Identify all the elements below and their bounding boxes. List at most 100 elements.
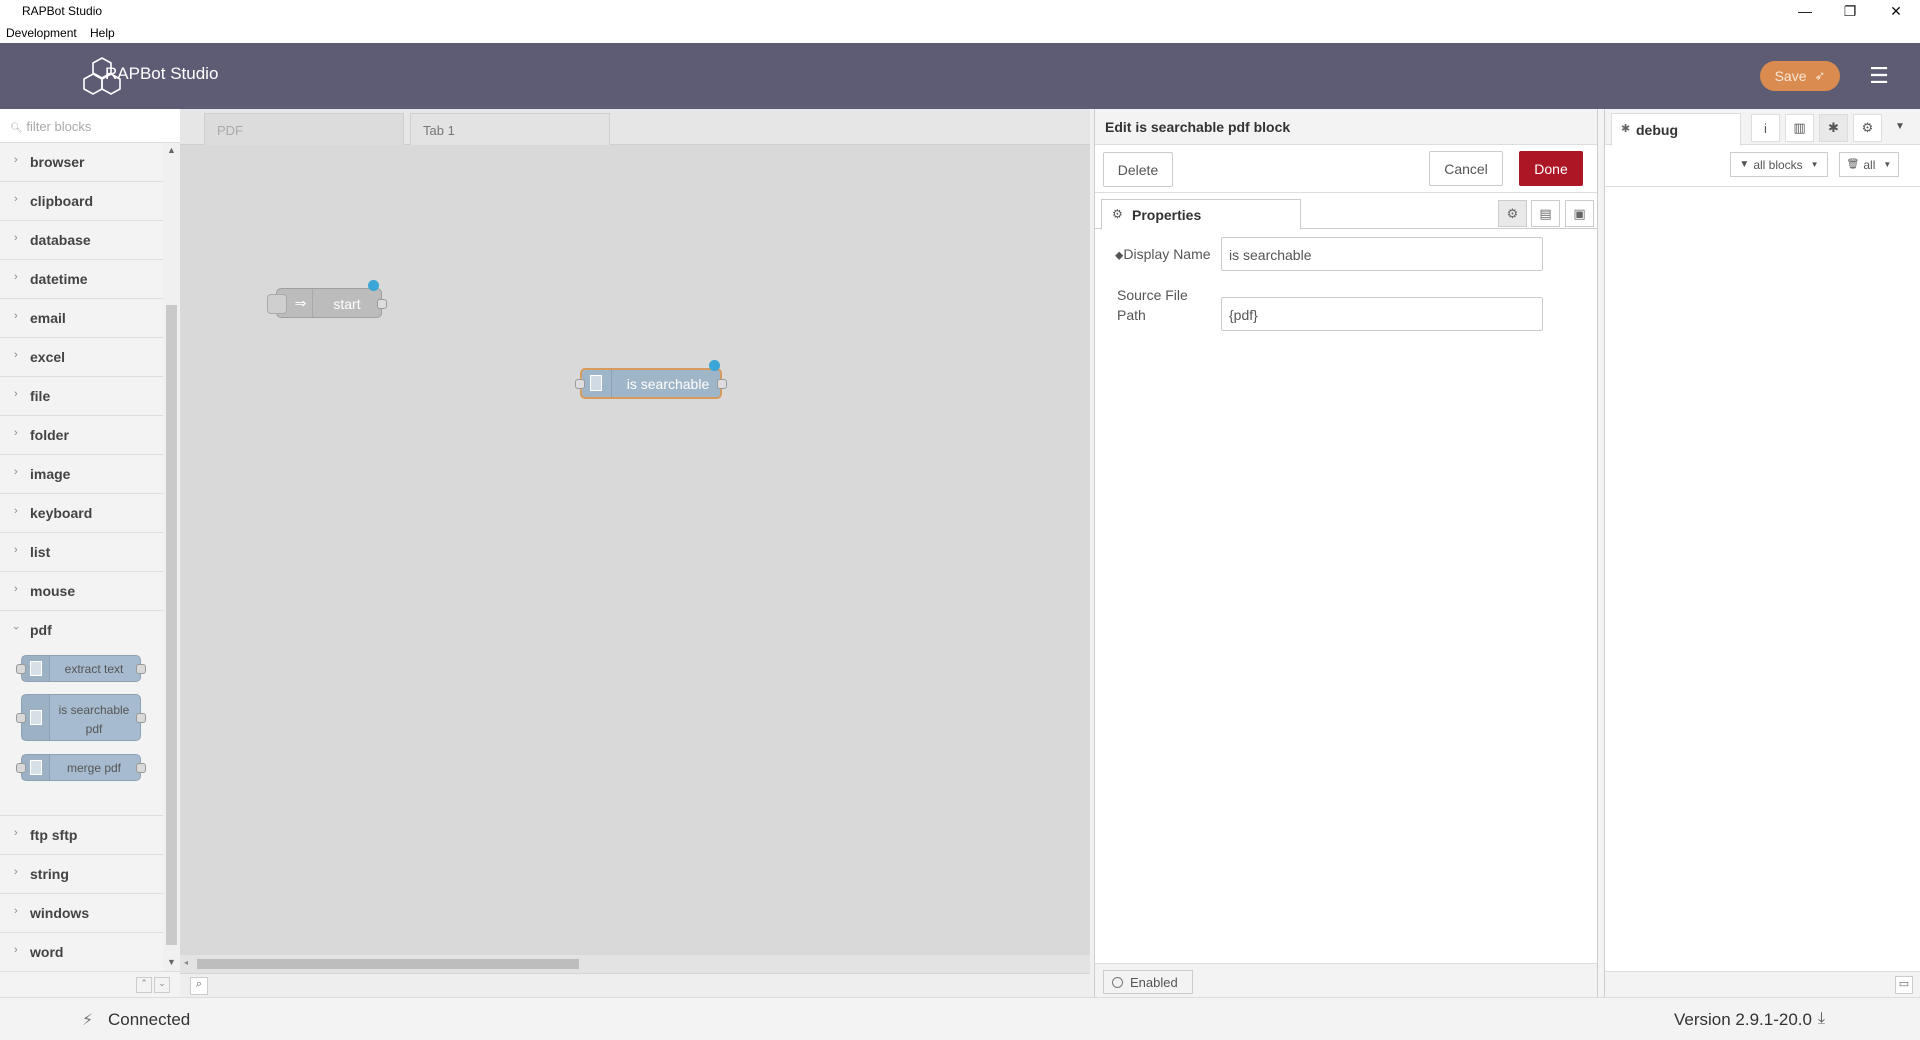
palette-block-extract-text[interactable]: extract text xyxy=(16,655,146,682)
hamburger-icon[interactable]: ☰ xyxy=(1866,63,1892,88)
expand-all-icon[interactable]: ⌄ xyxy=(154,977,170,993)
done-button[interactable]: Done xyxy=(1519,151,1583,186)
search-icon[interactable]: ⌕ xyxy=(190,977,208,995)
chevron-right-icon: › xyxy=(14,827,18,839)
collapse-all-icon[interactable]: ⌃ xyxy=(136,977,152,993)
debug-filter-dropdown[interactable]: ▼ all blocks ▼ xyxy=(1730,152,1828,177)
sidebar-tabs: ✱ debug i ▥ ✱ ⚙ ▼ xyxy=(1605,109,1920,146)
description-icon[interactable]: ▤ xyxy=(1531,200,1560,227)
category-email[interactable]: › email xyxy=(0,299,163,338)
debug-sidebar: ✱ debug i ▥ ✱ ⚙ ▼ ▼ all blocks ▼ 🗑︎ all ▼ ▭ xyxy=(1604,109,1920,997)
bug-icon[interactable]: ✱ xyxy=(1819,114,1848,142)
palette-list: › browser › clipboard › database › datetime … xyxy=(0,143,163,971)
chevron-right-icon: › xyxy=(14,544,18,556)
category-datetime[interactable]: › datetime xyxy=(0,260,163,299)
scroll-up-icon[interactable]: ▲ xyxy=(167,145,176,155)
cancel-button[interactable]: Cancel xyxy=(1429,151,1503,186)
download-icon[interactable]: ⤓ xyxy=(1818,1010,1825,1028)
category-clipboard[interactable]: › clipboard xyxy=(0,182,163,221)
category-list[interactable]: › list xyxy=(0,533,163,572)
category-pdf-blocks: extract text is searchable pdf merge pdf xyxy=(0,650,163,816)
category-mouse[interactable]: › mouse xyxy=(0,572,163,611)
category-word[interactable]: › word xyxy=(0,933,163,971)
category-image[interactable]: › image xyxy=(0,455,163,494)
gear-icon[interactable]: ⚙ xyxy=(1853,114,1882,142)
chevron-right-icon: › xyxy=(14,866,18,878)
category-ftp-sftp[interactable]: › ftp sftp xyxy=(0,816,163,855)
output-port[interactable] xyxy=(377,299,387,309)
palette-scrollbar[interactable]: ▲ ▼ xyxy=(163,143,180,971)
display-name-input[interactable]: is searchable xyxy=(1221,237,1543,271)
tab-tab-1[interactable]: Tab 1 xyxy=(410,113,610,146)
monitor-icon[interactable]: ▭ xyxy=(1895,976,1913,994)
tab-debug[interactable]: ✱ debug xyxy=(1611,113,1741,146)
node-start[interactable]: ⇒ start xyxy=(267,280,387,318)
category-keyboard[interactable]: › keyboard xyxy=(0,494,163,533)
close-window-button[interactable]: ✕ xyxy=(1873,0,1919,22)
chevron-right-icon: › xyxy=(14,505,18,517)
appearance-icon[interactable]: ▣ xyxy=(1565,200,1594,227)
chevron-down-icon[interactable]: ▼ xyxy=(1895,121,1905,132)
output-port xyxy=(136,664,146,674)
book-icon[interactable]: ▥ xyxy=(1785,114,1814,142)
connection-status: Connected xyxy=(108,1010,191,1029)
circle-icon xyxy=(1112,976,1123,988)
palette-block-is-searchable-pdf[interactable]: is searchable pdf xyxy=(16,694,146,741)
category-pdf[interactable]: › pdf xyxy=(0,611,163,650)
canvas-hscrollbar[interactable]: ◂ xyxy=(180,955,1090,973)
minimize-button[interactable]: — xyxy=(1782,0,1828,22)
file-icon xyxy=(582,370,612,397)
info-icon[interactable]: i xyxy=(1751,114,1780,142)
category-folder[interactable]: › folder xyxy=(0,416,163,455)
version-label: Version 2.9.1-20.0 xyxy=(1674,1010,1812,1029)
chevron-right-icon: › xyxy=(14,583,18,595)
palette-search-placeholder: 🔍︎ filter blocks xyxy=(10,119,92,134)
app-header: RAPBot Studio Save ➶ ☰ xyxy=(0,43,1920,109)
filter-icon: ▼ xyxy=(1739,159,1750,170)
app-brand: RAPBot Studio xyxy=(105,64,219,83)
palette-search[interactable]: 🔍︎ filter blocks xyxy=(0,109,180,143)
deploy-button[interactable]: Save ➶ xyxy=(1760,61,1840,91)
enabled-toggle[interactable]: Enabled xyxy=(1103,970,1193,994)
chevron-right-icon: › xyxy=(14,193,18,205)
workspace-footer: ⌕ xyxy=(180,973,1090,997)
file-icon xyxy=(22,695,50,740)
palette-block-merge-pdf[interactable]: merge pdf xyxy=(16,754,146,781)
workspace: PDF Tab 1 ⇒ start is searchable ◂ ⌕ xyxy=(180,109,1090,997)
canvas-hscroll-thumb[interactable] xyxy=(197,959,579,969)
category-browser[interactable]: › browser xyxy=(0,143,163,182)
restore-button[interactable]: ❐ xyxy=(1827,0,1873,22)
debug-clear-dropdown[interactable]: 🗑︎ all ▼ xyxy=(1839,152,1899,177)
inject-trigger-button[interactable] xyxy=(267,294,287,314)
chevron-right-icon: › xyxy=(14,271,18,283)
palette-scroll-thumb[interactable] xyxy=(166,305,177,945)
category-database[interactable]: › database xyxy=(0,221,163,260)
input-port[interactable] xyxy=(575,379,585,389)
scroll-left-icon[interactable]: ◂ xyxy=(184,958,188,967)
output-port[interactable] xyxy=(717,379,727,389)
gear-icon: ⚙ xyxy=(1112,207,1123,221)
delete-button[interactable]: Delete xyxy=(1103,152,1173,187)
tab-properties[interactable]: ⚙ Properties xyxy=(1101,199,1301,230)
scroll-down-icon[interactable]: ▼ xyxy=(167,957,176,967)
output-port xyxy=(136,713,146,723)
category-excel[interactable]: › excel xyxy=(0,338,163,377)
search-icon: 🔍︎ xyxy=(10,123,23,134)
settings-gear-icon[interactable]: ⚙ xyxy=(1498,200,1527,227)
category-string[interactable]: › string xyxy=(0,855,163,894)
menu-development[interactable]: Development xyxy=(6,26,77,40)
input-port xyxy=(16,713,26,723)
node-is-searchable[interactable]: is searchable xyxy=(575,360,727,399)
category-windows[interactable]: › windows xyxy=(0,894,163,933)
window-title: RAPBot Studio xyxy=(22,4,103,18)
flow-canvas[interactable]: ⇒ start is searchable xyxy=(180,145,1090,955)
display-name-label: ⬥Display Name xyxy=(1115,246,1211,262)
category-file[interactable]: › file xyxy=(0,377,163,416)
source-file-path-label: Source File Path xyxy=(1117,287,1188,323)
save-label: Save xyxy=(1774,68,1807,84)
file-icon xyxy=(22,656,50,681)
source-file-path-input[interactable]: {pdf} xyxy=(1221,297,1543,331)
menu-help[interactable]: Help xyxy=(90,26,115,40)
caret-down-icon: ▼ xyxy=(1883,160,1892,169)
tab-pdf[interactable]: PDF xyxy=(204,113,404,145)
